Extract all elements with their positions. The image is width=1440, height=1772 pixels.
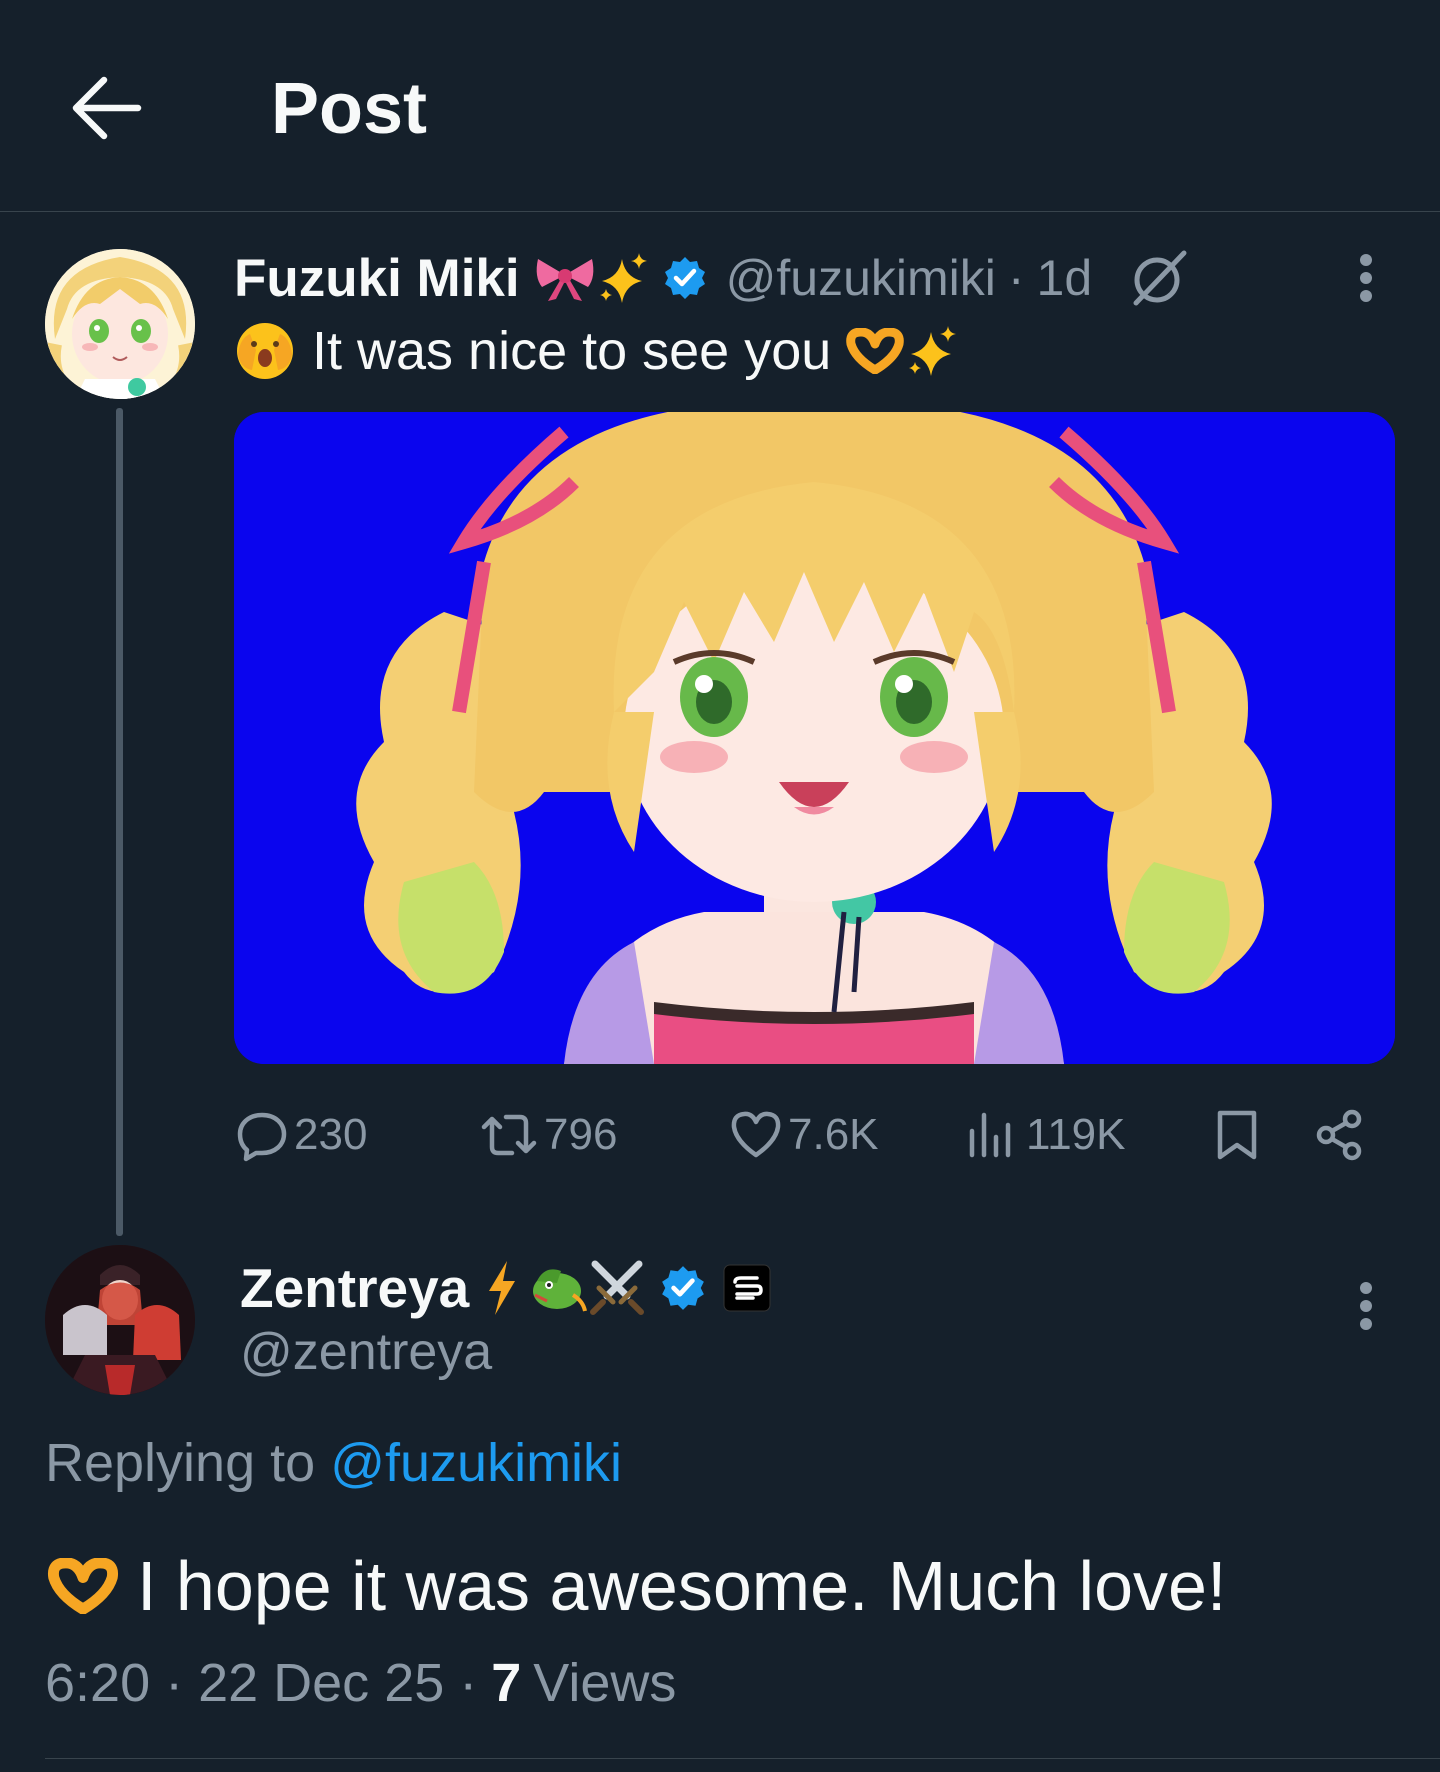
reply-count: 230: [294, 1110, 368, 1159]
post-header: Fuzuki Miki @fuzukimiki · 1d: [234, 246, 1190, 310]
avatar[interactable]: [45, 1245, 195, 1395]
reply-body: I hope it was awesome. Much love!: [137, 1547, 1227, 1625]
post-body: It was nice to see you: [312, 321, 832, 381]
author-handle[interactable]: @fuzukimiki: [726, 249, 996, 307]
post-actions: 230 796 7.6K 119K: [234, 1100, 1395, 1170]
ribbon-emoji-icon: [536, 259, 593, 301]
reply-views-count: 7: [491, 1653, 522, 1713]
like-count: 7.6K: [788, 1110, 879, 1159]
back-button[interactable]: [66, 66, 146, 146]
views-count: 119K: [1026, 1110, 1126, 1159]
heart-outline-icon: [731, 1111, 781, 1158]
post-image[interactable]: [234, 412, 1395, 1064]
face-peeking-emoji-icon: [237, 323, 293, 379]
arrow-left-icon: [72, 76, 142, 140]
post-text: It was nice to see you: [234, 316, 959, 386]
author-name[interactable]: Fuzuki Miki: [234, 248, 520, 309]
sparkles-emoji-icon: [599, 253, 647, 303]
post-time[interactable]: 1d: [1037, 249, 1093, 307]
heart-hands-emoji-icon: [47, 1558, 119, 1614]
bookmark-icon: [1217, 1110, 1257, 1160]
separator: ·: [1007, 250, 1025, 306]
reply-header: Zentreya: [240, 1252, 771, 1324]
reply-meta: 6:20 · 22 Dec 25 · 7 Views: [45, 1650, 676, 1716]
grok-icon[interactable]: [1128, 247, 1190, 309]
more-vertical-icon: [1360, 1282, 1372, 1330]
dragon-emoji-icon: [533, 1269, 588, 1312]
more-options-button[interactable]: [1346, 1276, 1386, 1336]
heart-hands-emoji-icon: [846, 328, 905, 374]
more-vertical-icon: [1360, 254, 1372, 302]
page-title: Post: [271, 69, 428, 149]
repost-icon: [481, 1114, 537, 1156]
replying-to-label: Replying to: [45, 1433, 316, 1493]
analytics-icon: [969, 1112, 1011, 1158]
verified-badge-icon: [662, 1266, 705, 1310]
reply-author-handle[interactable]: @zentreya: [240, 1322, 492, 1388]
lightning-emoji-icon: [489, 1261, 516, 1315]
thread-connector: [116, 408, 123, 1236]
crossed-swords-emoji-icon: [590, 1260, 645, 1315]
reply-timestamp[interactable]: 6:20 · 22 Dec 25 ·: [45, 1652, 477, 1714]
top-bar: Post: [0, 0, 1440, 212]
views-button[interactable]: 119K: [964, 1100, 1126, 1170]
reply-views-label: Views: [533, 1653, 677, 1713]
replying-to-mention[interactable]: @fuzukimiki: [330, 1433, 622, 1493]
verified-badge-icon: [664, 257, 705, 299]
repost-button[interactable]: 796: [478, 1100, 617, 1170]
like-button[interactable]: 7.6K: [728, 1100, 879, 1170]
comment-icon: [237, 1112, 287, 1162]
replying-to: Replying to @fuzukimiki: [45, 1432, 622, 1502]
share-icon: [1316, 1109, 1362, 1161]
repost-count: 796: [544, 1110, 618, 1159]
reply-text: I hope it was awesome. Much love!: [45, 1540, 1226, 1632]
divider: [45, 1758, 1440, 1759]
share-button[interactable]: [1312, 1100, 1372, 1170]
reply-author-name[interactable]: Zentreya: [240, 1256, 469, 1320]
reply-button[interactable]: 230: [234, 1100, 367, 1170]
bookmark-button[interactable]: [1212, 1100, 1266, 1170]
avatar-image: [45, 1245, 195, 1395]
avatar-image: [45, 249, 195, 399]
anime-character-illustration: [234, 412, 1395, 1064]
more-options-button[interactable]: [1346, 248, 1386, 308]
sparkles-emoji-icon: [909, 326, 957, 376]
affiliate-badge-icon: [723, 1264, 771, 1312]
avatar[interactable]: [45, 249, 195, 399]
